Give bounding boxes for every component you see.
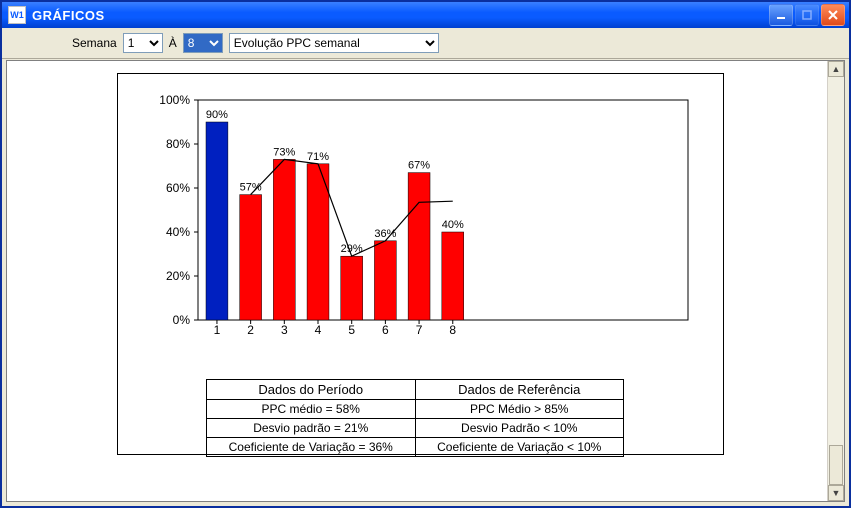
svg-text:40%: 40% [166,225,190,239]
chart-canvas: 0% 20% 40% 60% 80% 100% 90% 1 57% 2 73% 3 71% 4 29% 5 36… [117,73,724,455]
titlebar: W1 GRÁFICOS [2,2,849,28]
referencia-desvio: Desvio Padrão < 10% [415,419,624,438]
referencia-ppc: PPC Médio > 85% [415,400,624,419]
svg-text:36%: 36% [374,228,396,240]
semana-label: Semana [72,36,117,50]
svg-text:7: 7 [416,323,423,337]
scroll-thumb[interactable] [829,445,843,485]
svg-text:73%: 73% [273,146,295,158]
app-icon: W1 [8,6,26,24]
svg-text:100%: 100% [159,93,190,107]
svg-text:3: 3 [281,323,288,337]
svg-text:90%: 90% [206,109,228,121]
minimize-button[interactable] [769,4,793,26]
client-area: 0% 20% 40% 60% 80% 100% 90% 1 57% 2 73% 3 71% 4 29% 5 36… [6,60,845,502]
svg-text:67%: 67% [408,160,430,172]
svg-text:71%: 71% [307,151,329,163]
scroll-up-arrow[interactable]: ▲ [828,61,844,77]
periodo-ppc: PPC médio = 58% [207,400,416,419]
referencia-cv: Coeficiente de Variação < 10% [415,438,624,457]
svg-text:8: 8 [449,323,456,337]
scroll-down-arrow[interactable]: ▼ [828,485,844,501]
periodo-desvio: Desvio padrão = 21% [207,419,416,438]
svg-text:1: 1 [214,323,221,337]
referencia-header: Dados de Referência [415,380,624,400]
periodo-header: Dados do Período [207,380,416,400]
chart-type-select[interactable]: Evolução PPC semanal [229,33,439,53]
stats-table: Dados do Período Dados de Referência PPC… [206,379,624,457]
svg-text:60%: 60% [166,181,190,195]
svg-text:40%: 40% [442,219,464,231]
window-title: GRÁFICOS [32,8,769,23]
svg-text:20%: 20% [166,269,190,283]
svg-text:2: 2 [247,323,254,337]
vertical-scrollbar[interactable]: ▲ ▼ [827,61,844,501]
scroll-track[interactable] [828,77,844,485]
svg-text:5: 5 [348,323,355,337]
svg-text:29%: 29% [341,243,363,255]
toolbar: Semana 1 À 8 Evolução PPC semanal [2,28,849,59]
app-window: W1 GRÁFICOS Semana 1 À 8 Evolução PPC se… [0,0,851,508]
semana-from-select[interactable]: 1 [123,33,163,53]
bar-chart: 0% 20% 40% 60% 80% 100% 90% 1 57% 2 73% 3 71% 4 29% 5 36… [128,90,718,360]
svg-text:80%: 80% [166,137,190,151]
svg-text:0%: 0% [173,313,191,327]
close-button[interactable] [821,4,845,26]
maximize-button [795,4,819,26]
periodo-cv: Coeficiente de Variação = 36% [207,438,416,457]
semana-to-select[interactable]: 8 [183,33,223,53]
svg-text:6: 6 [382,323,389,337]
svg-text:4: 4 [315,323,322,337]
a-label: À [169,36,177,50]
svg-text:57%: 57% [240,182,262,194]
